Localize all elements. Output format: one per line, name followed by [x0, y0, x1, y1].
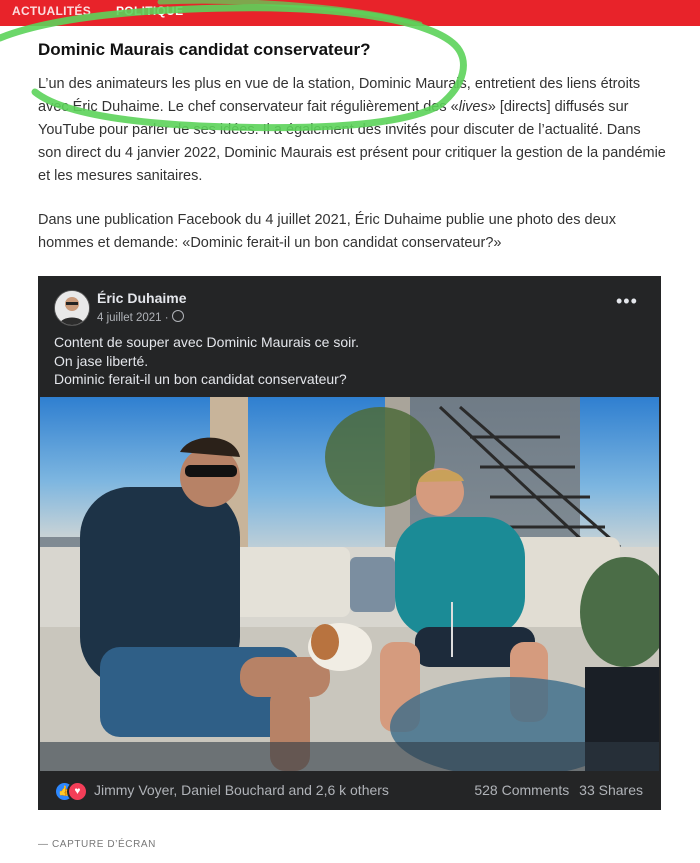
globe-icon: [171, 310, 184, 322]
comments-count[interactable]: 528 Comments: [474, 782, 569, 798]
article-paragraph-1: L’un des animateurs les plus en vue de l…: [38, 73, 668, 188]
shares-count[interactable]: 33 Shares: [579, 782, 643, 798]
post-text: Content de souper avec Dominic Maurais c…: [54, 333, 359, 389]
top-nav-bar: ACTUALITÉS POLITIQUE: [0, 0, 700, 26]
article-paragraph-2: Dans une publication Facebook du 4 juill…: [38, 212, 616, 251]
post-date-text: 4 juillet 2021 ·: [97, 312, 169, 324]
nav-actualites[interactable]: ACTUALITÉS: [12, 4, 91, 18]
article-headline: Dominic Maurais candidat conservateur?: [38, 40, 371, 59]
post-line-2: On jase liberté.: [54, 352, 149, 369]
post-line-1: Content de souper avec Dominic Maurais c…: [54, 334, 360, 350]
paragraph-1-emphasis: lives: [458, 99, 488, 115]
post-author[interactable]: Éric Duhaime: [97, 290, 186, 306]
image-caption: — CAPTURE D’ÉCRAN: [38, 839, 156, 850]
post-footer: 👍 ♥ Jimmy Voyer, Daniel Bouchard and 2,6…: [38, 771, 661, 810]
post-date[interactable]: 4 juillet 2021 ·: [97, 310, 184, 324]
reactions-names[interactable]: Jimmy Voyer, Daniel Bouchard and 2,6 k o…: [94, 782, 389, 798]
post-stats: 528 Comments 33 Shares: [474, 782, 643, 798]
more-options-icon[interactable]: •••: [616, 292, 638, 310]
avatar: [54, 290, 90, 326]
facebook-post-screenshot: Éric Duhaime 4 juillet 2021 · ••• Conten…: [38, 276, 661, 810]
post-line-3: Dominic ferait-il un bon candidat conser…: [54, 371, 347, 387]
nav-politique[interactable]: POLITIQUE: [116, 4, 183, 18]
love-reaction-icon: ♥: [67, 781, 88, 802]
post-photo[interactable]: [40, 397, 659, 771]
